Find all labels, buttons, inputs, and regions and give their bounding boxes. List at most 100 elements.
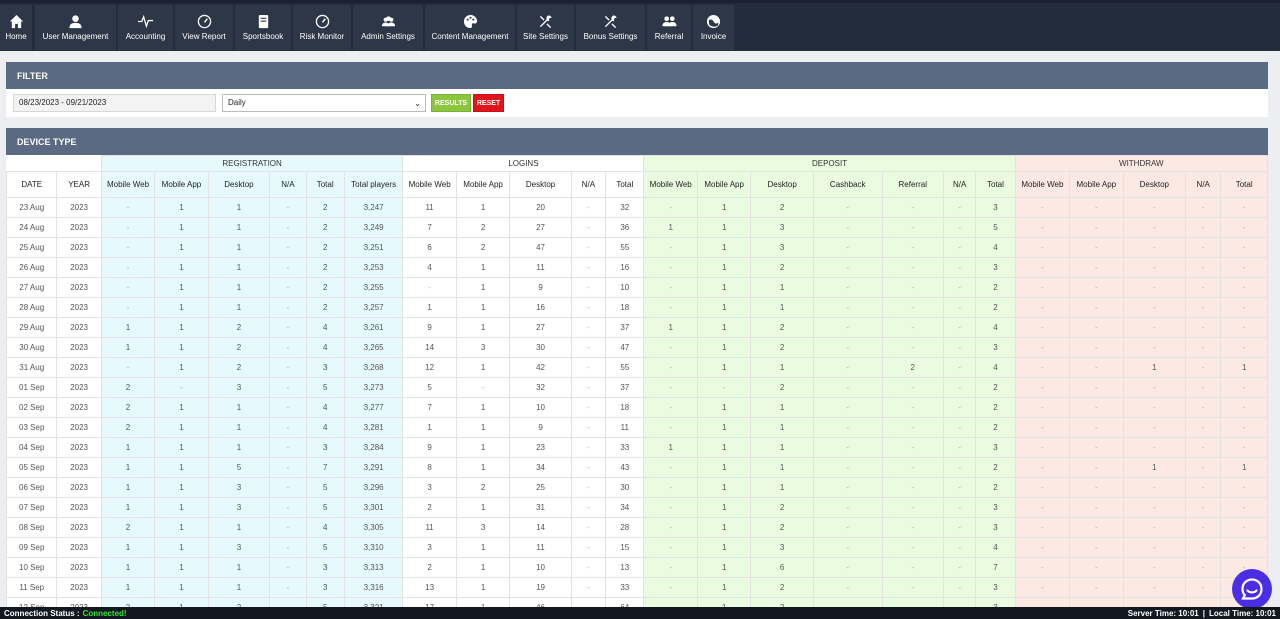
table-cell: - (570, 537, 607, 558)
table-cell: 3,247 (343, 197, 404, 218)
table-cell: 2023 (56, 217, 102, 238)
table-cell: - (1014, 257, 1071, 278)
table-cell: - (570, 397, 607, 418)
table-cell: 04 Sep (6, 437, 58, 458)
reset-button[interactable]: RESET (473, 94, 504, 112)
table-cell: - (943, 497, 977, 518)
table-cell: 4 (305, 317, 345, 338)
book-icon (258, 14, 268, 29)
nav-home[interactable]: Home (0, 5, 32, 50)
nav-content-management[interactable]: Content Management (425, 5, 515, 50)
table-cell: - (1185, 297, 1222, 318)
table-cell: 42 (509, 357, 572, 378)
nav-site-settings[interactable]: Site Settings (517, 5, 574, 50)
table-cell: - (269, 277, 307, 298)
table-cell: - (1014, 397, 1071, 418)
table-cell: - (269, 497, 307, 518)
table-cell: - (643, 577, 698, 598)
nav-user-management[interactable]: User Management (35, 5, 116, 50)
nav-risk-monitor[interactable]: Risk Monitor (293, 5, 351, 50)
table-cell: 1 (154, 357, 209, 378)
table-cell: 11 (402, 197, 457, 218)
device-type-table-container[interactable]: REGISTRATION LOGINS DEPOSIT WITHDRAW DAT… (6, 155, 1268, 607)
column-header: Mobile Web (643, 171, 698, 198)
table-cell: - (1122, 217, 1187, 238)
table-cell: - (943, 597, 977, 607)
table-cell: - (570, 457, 607, 478)
table-cell: - (1185, 357, 1222, 378)
table-cell: - (1014, 337, 1071, 358)
table-cell: 2023 (56, 477, 102, 498)
nav-site-settings-label: Site Settings (523, 32, 568, 41)
table-cell: - (1122, 377, 1187, 398)
tools-icon (604, 15, 617, 29)
table-cell: - (643, 397, 698, 418)
table-cell: - (1220, 237, 1268, 258)
chat-button[interactable] (1232, 569, 1272, 609)
nav-admin-settings[interactable]: Admin Settings (353, 5, 423, 50)
date-range-input[interactable]: 08/23/2023 - 09/21/2023 (13, 94, 216, 112)
table-cell: 1 (696, 197, 752, 218)
table-cell: 2023 (56, 397, 102, 418)
table-cell: - (881, 397, 945, 418)
table-row: 05 Sep 2023 1 1 5-7 3,291 8 1 34-43-1 1- - -2- -1-1 (6, 457, 1268, 478)
table-cell: 1 (207, 237, 271, 258)
table-cell: 7 (402, 397, 457, 418)
table-cell: 34 (509, 457, 572, 478)
table-cell: 32 (605, 197, 645, 218)
table-cell: - (812, 457, 883, 478)
table-cell: - (570, 237, 607, 258)
nav-bonus-settings[interactable]: Bonus Settings (576, 5, 645, 50)
table-cell: 2 (455, 477, 511, 498)
nav-accounting[interactable]: Accounting (118, 5, 173, 50)
table-cell: 2023 (56, 317, 102, 338)
column-header: YEAR (56, 171, 102, 198)
table-cell: 17 (402, 597, 457, 607)
nav-view-report[interactable]: View Report (175, 5, 233, 50)
table-cell: - (1185, 337, 1222, 358)
table-cell: 46 (509, 597, 572, 607)
column-header: N/A (269, 171, 307, 198)
table-cell: - (1014, 517, 1071, 538)
column-header: Total (1220, 171, 1268, 198)
table-cell: 2 (750, 517, 814, 538)
table-cell: 7 (402, 217, 457, 238)
group-header-withdraw: WITHDRAW (1014, 155, 1268, 172)
table-cell: - (643, 237, 698, 258)
nav-referral[interactable]: Referral (647, 5, 691, 50)
main-content: FILTER 08/23/2023 - 09/21/2023 Daily ⌄ R… (0, 51, 1280, 607)
table-cell: 3 (975, 497, 1016, 518)
table-cell: 1 (455, 197, 511, 218)
table-cell: 3 (975, 337, 1016, 358)
table-cell: 1 (455, 417, 511, 438)
table-cell: - (881, 557, 945, 578)
table-cell: 1 (455, 317, 511, 338)
results-button[interactable]: RESULTS (431, 94, 471, 112)
nav-sportsbook[interactable]: Sportsbook (235, 5, 291, 50)
table-cell: - (1014, 297, 1071, 318)
column-header: Mobile Web (1014, 171, 1071, 198)
top-navigation: Home User Management Accounting View Rep… (0, 0, 1280, 51)
filter-panel: 08/23/2023 - 09/21/2023 Daily ⌄ RESULTS … (6, 89, 1268, 117)
column-header: Mobile Web (402, 171, 457, 198)
table-cell: 3 (402, 537, 457, 558)
table-cell: 11 (509, 257, 572, 278)
group-header-logins: LOGINS (402, 155, 645, 172)
table-cell: - (1069, 337, 1124, 358)
table-cell: 3,301 (343, 497, 404, 518)
table-cell: - (881, 297, 945, 318)
period-select[interactable]: Daily ⌄ (222, 94, 426, 112)
table-cell: - (643, 357, 698, 378)
table-cell: 3 (305, 577, 345, 598)
table-cell: - (1122, 537, 1187, 558)
table-cell: 1 (696, 457, 752, 478)
table-cell: - (570, 277, 607, 298)
table-cell: 1 (402, 417, 457, 438)
nav-invoice[interactable]: Invoice (693, 5, 734, 50)
table-cell: 23 (509, 437, 572, 458)
table-cell: 1 (207, 557, 271, 578)
table-row: 09 Sep 2023 1 1 3-5 3,310 3 1 11-15-1 3- - -4- - - - - (6, 537, 1268, 558)
table-cell: - (269, 397, 307, 418)
table-cell: 1 (696, 517, 752, 538)
table-cell: 1 (696, 297, 752, 318)
